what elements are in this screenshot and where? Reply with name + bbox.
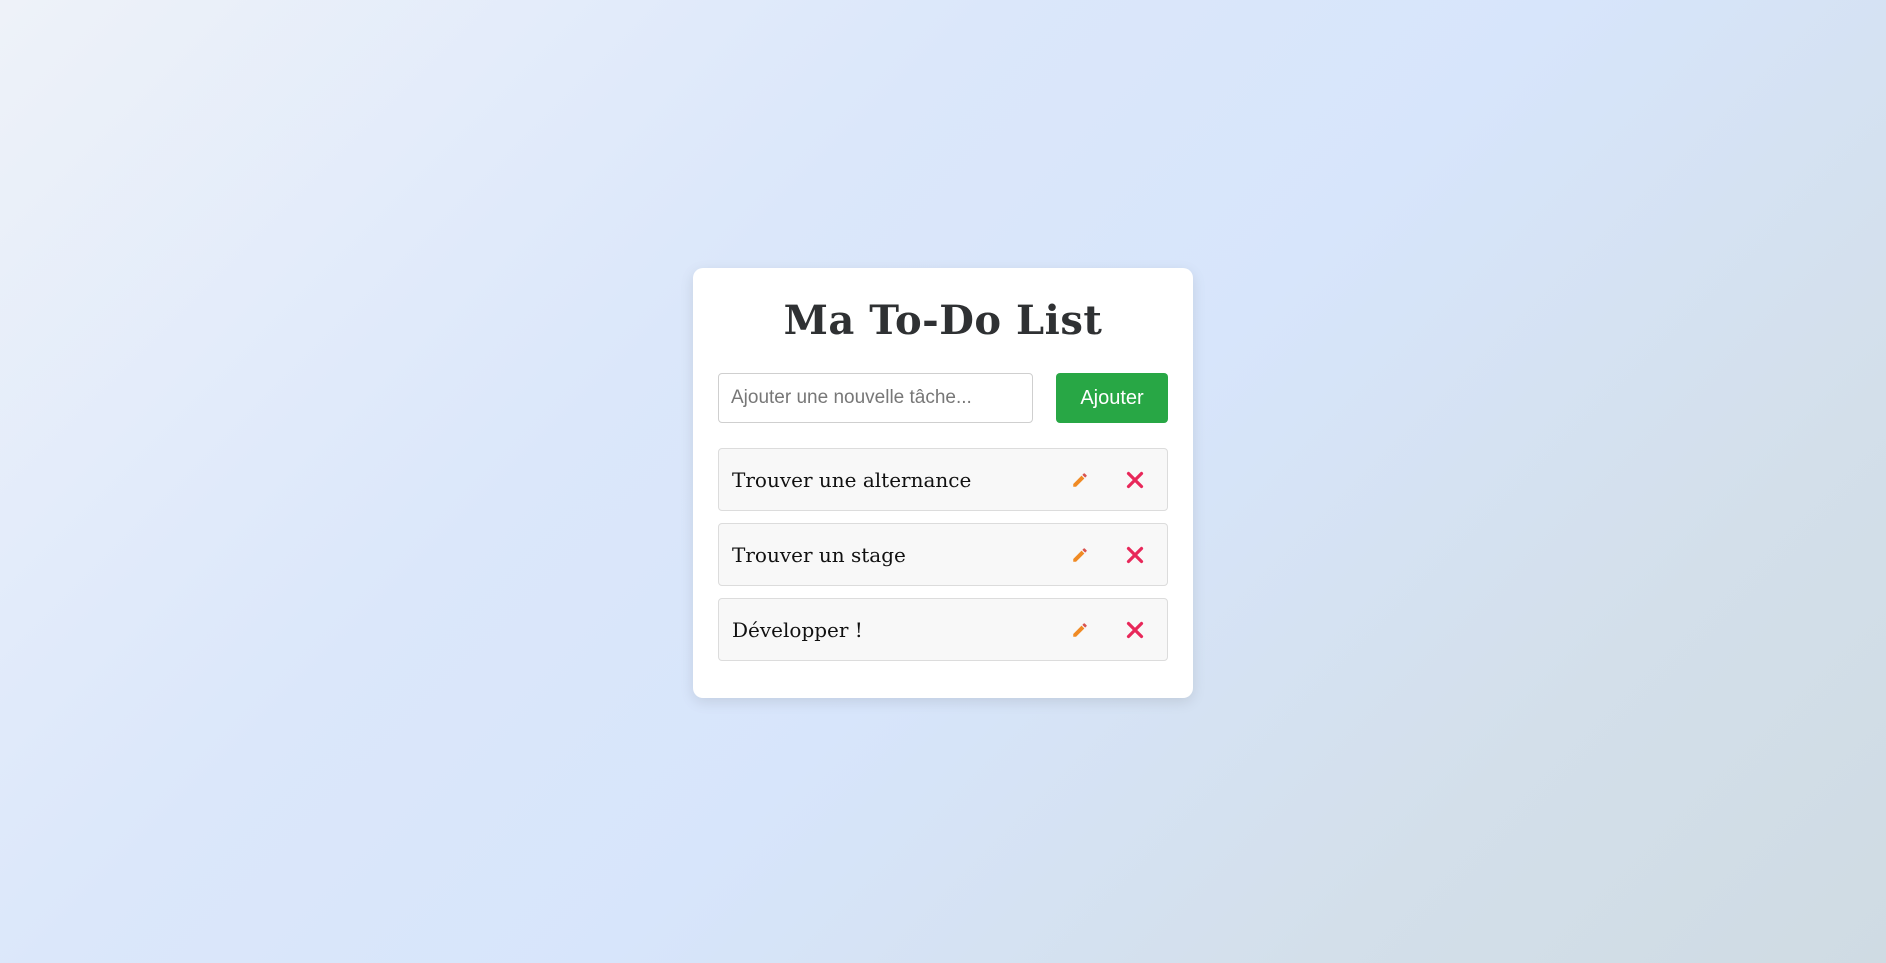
task-item: Développer ! — [718, 598, 1168, 661]
edit-task-button[interactable] — [1062, 537, 1098, 573]
add-task-button[interactable]: Ajouter — [1056, 373, 1168, 423]
task-list: Trouver une alternance Trouver un stage — [718, 448, 1168, 661]
task-text: Trouver une alternance — [732, 467, 972, 492]
task-item: Trouver un stage — [718, 523, 1168, 586]
edit-task-button[interactable] — [1062, 462, 1098, 498]
add-task-form: Ajouter — [718, 373, 1168, 423]
new-task-input[interactable] — [718, 373, 1033, 423]
pencil-icon — [1073, 547, 1087, 562]
task-text: Trouver un stage — [732, 542, 906, 567]
todo-card: Ma To-Do List Ajouter Trouver une altern… — [693, 268, 1193, 698]
close-icon — [1126, 546, 1144, 563]
delete-task-button[interactable] — [1117, 462, 1153, 498]
close-icon — [1126, 471, 1144, 488]
page-title: Ma To-Do List — [783, 297, 1103, 344]
delete-task-button[interactable] — [1117, 537, 1153, 573]
pencil-icon — [1073, 622, 1087, 637]
edit-task-button[interactable] — [1062, 612, 1098, 648]
pencil-icon — [1073, 472, 1087, 487]
task-item: Trouver une alternance — [718, 448, 1168, 511]
task-text: Développer ! — [732, 617, 863, 642]
delete-task-button[interactable] — [1117, 612, 1153, 648]
close-icon — [1126, 621, 1144, 638]
